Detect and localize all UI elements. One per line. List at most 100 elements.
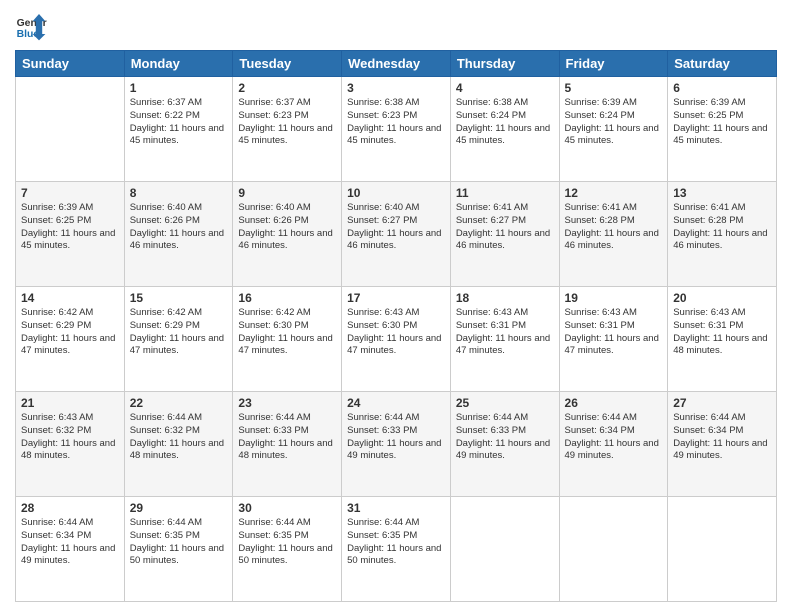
sunrise-text: Sunrise: 6:40 AM [347,202,419,213]
sunrise-text: Sunrise: 6:37 AM [130,97,202,108]
sunset-text: Sunset: 6:31 PM [565,320,635,331]
day-info: Sunrise: 6:37 AM Sunset: 6:22 PM Dayligh… [130,97,228,148]
calendar-week-row: 28 Sunrise: 6:44 AM Sunset: 6:34 PM Dayl… [16,497,777,602]
sunset-text: Sunset: 6:29 PM [130,320,200,331]
daylight-text: Daylight: 11 hours and 45 minutes. [456,123,550,147]
daylight-text: Daylight: 11 hours and 48 minutes. [238,438,332,462]
day-number: 8 [130,186,228,200]
day-number: 27 [673,396,771,410]
day-number: 28 [21,501,119,515]
calendar-day-cell: 11 Sunrise: 6:41 AM Sunset: 6:27 PM Dayl… [450,182,559,287]
day-info: Sunrise: 6:44 AM Sunset: 6:35 PM Dayligh… [347,517,445,568]
daylight-text: Daylight: 11 hours and 47 minutes. [347,333,441,357]
calendar-day-cell: 8 Sunrise: 6:40 AM Sunset: 6:26 PM Dayli… [124,182,233,287]
daylight-text: Daylight: 11 hours and 45 minutes. [21,228,115,252]
calendar-day-cell: 17 Sunrise: 6:43 AM Sunset: 6:30 PM Dayl… [342,287,451,392]
calendar-day-cell: 28 Sunrise: 6:44 AM Sunset: 6:34 PM Dayl… [16,497,125,602]
sunrise-text: Sunrise: 6:41 AM [673,202,745,213]
sunrise-text: Sunrise: 6:44 AM [21,517,93,528]
calendar-day-cell: 24 Sunrise: 6:44 AM Sunset: 6:33 PM Dayl… [342,392,451,497]
calendar-day-cell: 3 Sunrise: 6:38 AM Sunset: 6:23 PM Dayli… [342,77,451,182]
calendar-day-cell [450,497,559,602]
daylight-text: Daylight: 11 hours and 47 minutes. [130,333,224,357]
daylight-text: Daylight: 11 hours and 46 minutes. [238,228,332,252]
day-info: Sunrise: 6:44 AM Sunset: 6:32 PM Dayligh… [130,412,228,463]
sunrise-text: Sunrise: 6:44 AM [238,517,310,528]
sunrise-text: Sunrise: 6:43 AM [565,307,637,318]
calendar-day-cell: 5 Sunrise: 6:39 AM Sunset: 6:24 PM Dayli… [559,77,668,182]
sunrise-text: Sunrise: 6:44 AM [565,412,637,423]
daylight-text: Daylight: 11 hours and 50 minutes. [347,543,441,567]
page: General Blue SundayMondayTuesdayWednesda… [0,0,792,612]
calendar-day-cell: 10 Sunrise: 6:40 AM Sunset: 6:27 PM Dayl… [342,182,451,287]
day-info: Sunrise: 6:43 AM Sunset: 6:31 PM Dayligh… [673,307,771,358]
calendar-day-cell: 4 Sunrise: 6:38 AM Sunset: 6:24 PM Dayli… [450,77,559,182]
day-number: 30 [238,501,336,515]
sunset-text: Sunset: 6:23 PM [238,110,308,121]
sunrise-text: Sunrise: 6:41 AM [565,202,637,213]
daylight-text: Daylight: 11 hours and 49 minutes. [456,438,550,462]
day-info: Sunrise: 6:44 AM Sunset: 6:34 PM Dayligh… [673,412,771,463]
sunrise-text: Sunrise: 6:42 AM [130,307,202,318]
day-number: 12 [565,186,663,200]
sunset-text: Sunset: 6:34 PM [21,530,91,541]
sunset-text: Sunset: 6:22 PM [130,110,200,121]
sunset-text: Sunset: 6:32 PM [21,425,91,436]
calendar-day-cell: 14 Sunrise: 6:42 AM Sunset: 6:29 PM Dayl… [16,287,125,392]
sunrise-text: Sunrise: 6:41 AM [456,202,528,213]
daylight-text: Daylight: 11 hours and 45 minutes. [347,123,441,147]
daylight-text: Daylight: 11 hours and 49 minutes. [21,543,115,567]
day-info: Sunrise: 6:39 AM Sunset: 6:25 PM Dayligh… [21,202,119,253]
sunrise-text: Sunrise: 6:44 AM [238,412,310,423]
sunset-text: Sunset: 6:35 PM [347,530,417,541]
day-number: 20 [673,291,771,305]
day-number: 26 [565,396,663,410]
day-info: Sunrise: 6:44 AM Sunset: 6:35 PM Dayligh… [130,517,228,568]
daylight-text: Daylight: 11 hours and 49 minutes. [347,438,441,462]
sunset-text: Sunset: 6:28 PM [673,215,743,226]
sunset-text: Sunset: 6:35 PM [238,530,308,541]
daylight-text: Daylight: 11 hours and 45 minutes. [238,123,332,147]
day-number: 11 [456,186,554,200]
sunset-text: Sunset: 6:26 PM [238,215,308,226]
sunrise-text: Sunrise: 6:40 AM [130,202,202,213]
sunset-text: Sunset: 6:31 PM [456,320,526,331]
sunset-text: Sunset: 6:33 PM [456,425,526,436]
logo: General Blue [15,10,47,42]
calendar-day-cell: 23 Sunrise: 6:44 AM Sunset: 6:33 PM Dayl… [233,392,342,497]
day-number: 7 [21,186,119,200]
sunrise-text: Sunrise: 6:44 AM [456,412,528,423]
calendar-day-cell: 25 Sunrise: 6:44 AM Sunset: 6:33 PM Dayl… [450,392,559,497]
day-number: 24 [347,396,445,410]
sunrise-text: Sunrise: 6:38 AM [456,97,528,108]
calendar-day-cell: 26 Sunrise: 6:44 AM Sunset: 6:34 PM Dayl… [559,392,668,497]
calendar-day-cell: 20 Sunrise: 6:43 AM Sunset: 6:31 PM Dayl… [668,287,777,392]
calendar-day-cell: 19 Sunrise: 6:43 AM Sunset: 6:31 PM Dayl… [559,287,668,392]
day-number: 23 [238,396,336,410]
daylight-text: Daylight: 11 hours and 46 minutes. [347,228,441,252]
calendar-day-cell: 31 Sunrise: 6:44 AM Sunset: 6:35 PM Dayl… [342,497,451,602]
day-info: Sunrise: 6:42 AM Sunset: 6:30 PM Dayligh… [238,307,336,358]
sunrise-text: Sunrise: 6:43 AM [21,412,93,423]
calendar-day-header: Friday [559,51,668,77]
sunrise-text: Sunrise: 6:42 AM [21,307,93,318]
calendar-day-header: Saturday [668,51,777,77]
sunset-text: Sunset: 6:29 PM [21,320,91,331]
day-info: Sunrise: 6:43 AM Sunset: 6:31 PM Dayligh… [565,307,663,358]
sunset-text: Sunset: 6:28 PM [565,215,635,226]
day-number: 3 [347,81,445,95]
calendar-day-cell: 16 Sunrise: 6:42 AM Sunset: 6:30 PM Dayl… [233,287,342,392]
daylight-text: Daylight: 11 hours and 46 minutes. [130,228,224,252]
day-number: 5 [565,81,663,95]
day-number: 10 [347,186,445,200]
day-info: Sunrise: 6:40 AM Sunset: 6:27 PM Dayligh… [347,202,445,253]
day-number: 4 [456,81,554,95]
calendar-week-row: 7 Sunrise: 6:39 AM Sunset: 6:25 PM Dayli… [16,182,777,287]
sunset-text: Sunset: 6:24 PM [565,110,635,121]
day-info: Sunrise: 6:41 AM Sunset: 6:28 PM Dayligh… [673,202,771,253]
daylight-text: Daylight: 11 hours and 50 minutes. [130,543,224,567]
day-number: 9 [238,186,336,200]
sunset-text: Sunset: 6:34 PM [673,425,743,436]
day-info: Sunrise: 6:38 AM Sunset: 6:23 PM Dayligh… [347,97,445,148]
day-number: 15 [130,291,228,305]
